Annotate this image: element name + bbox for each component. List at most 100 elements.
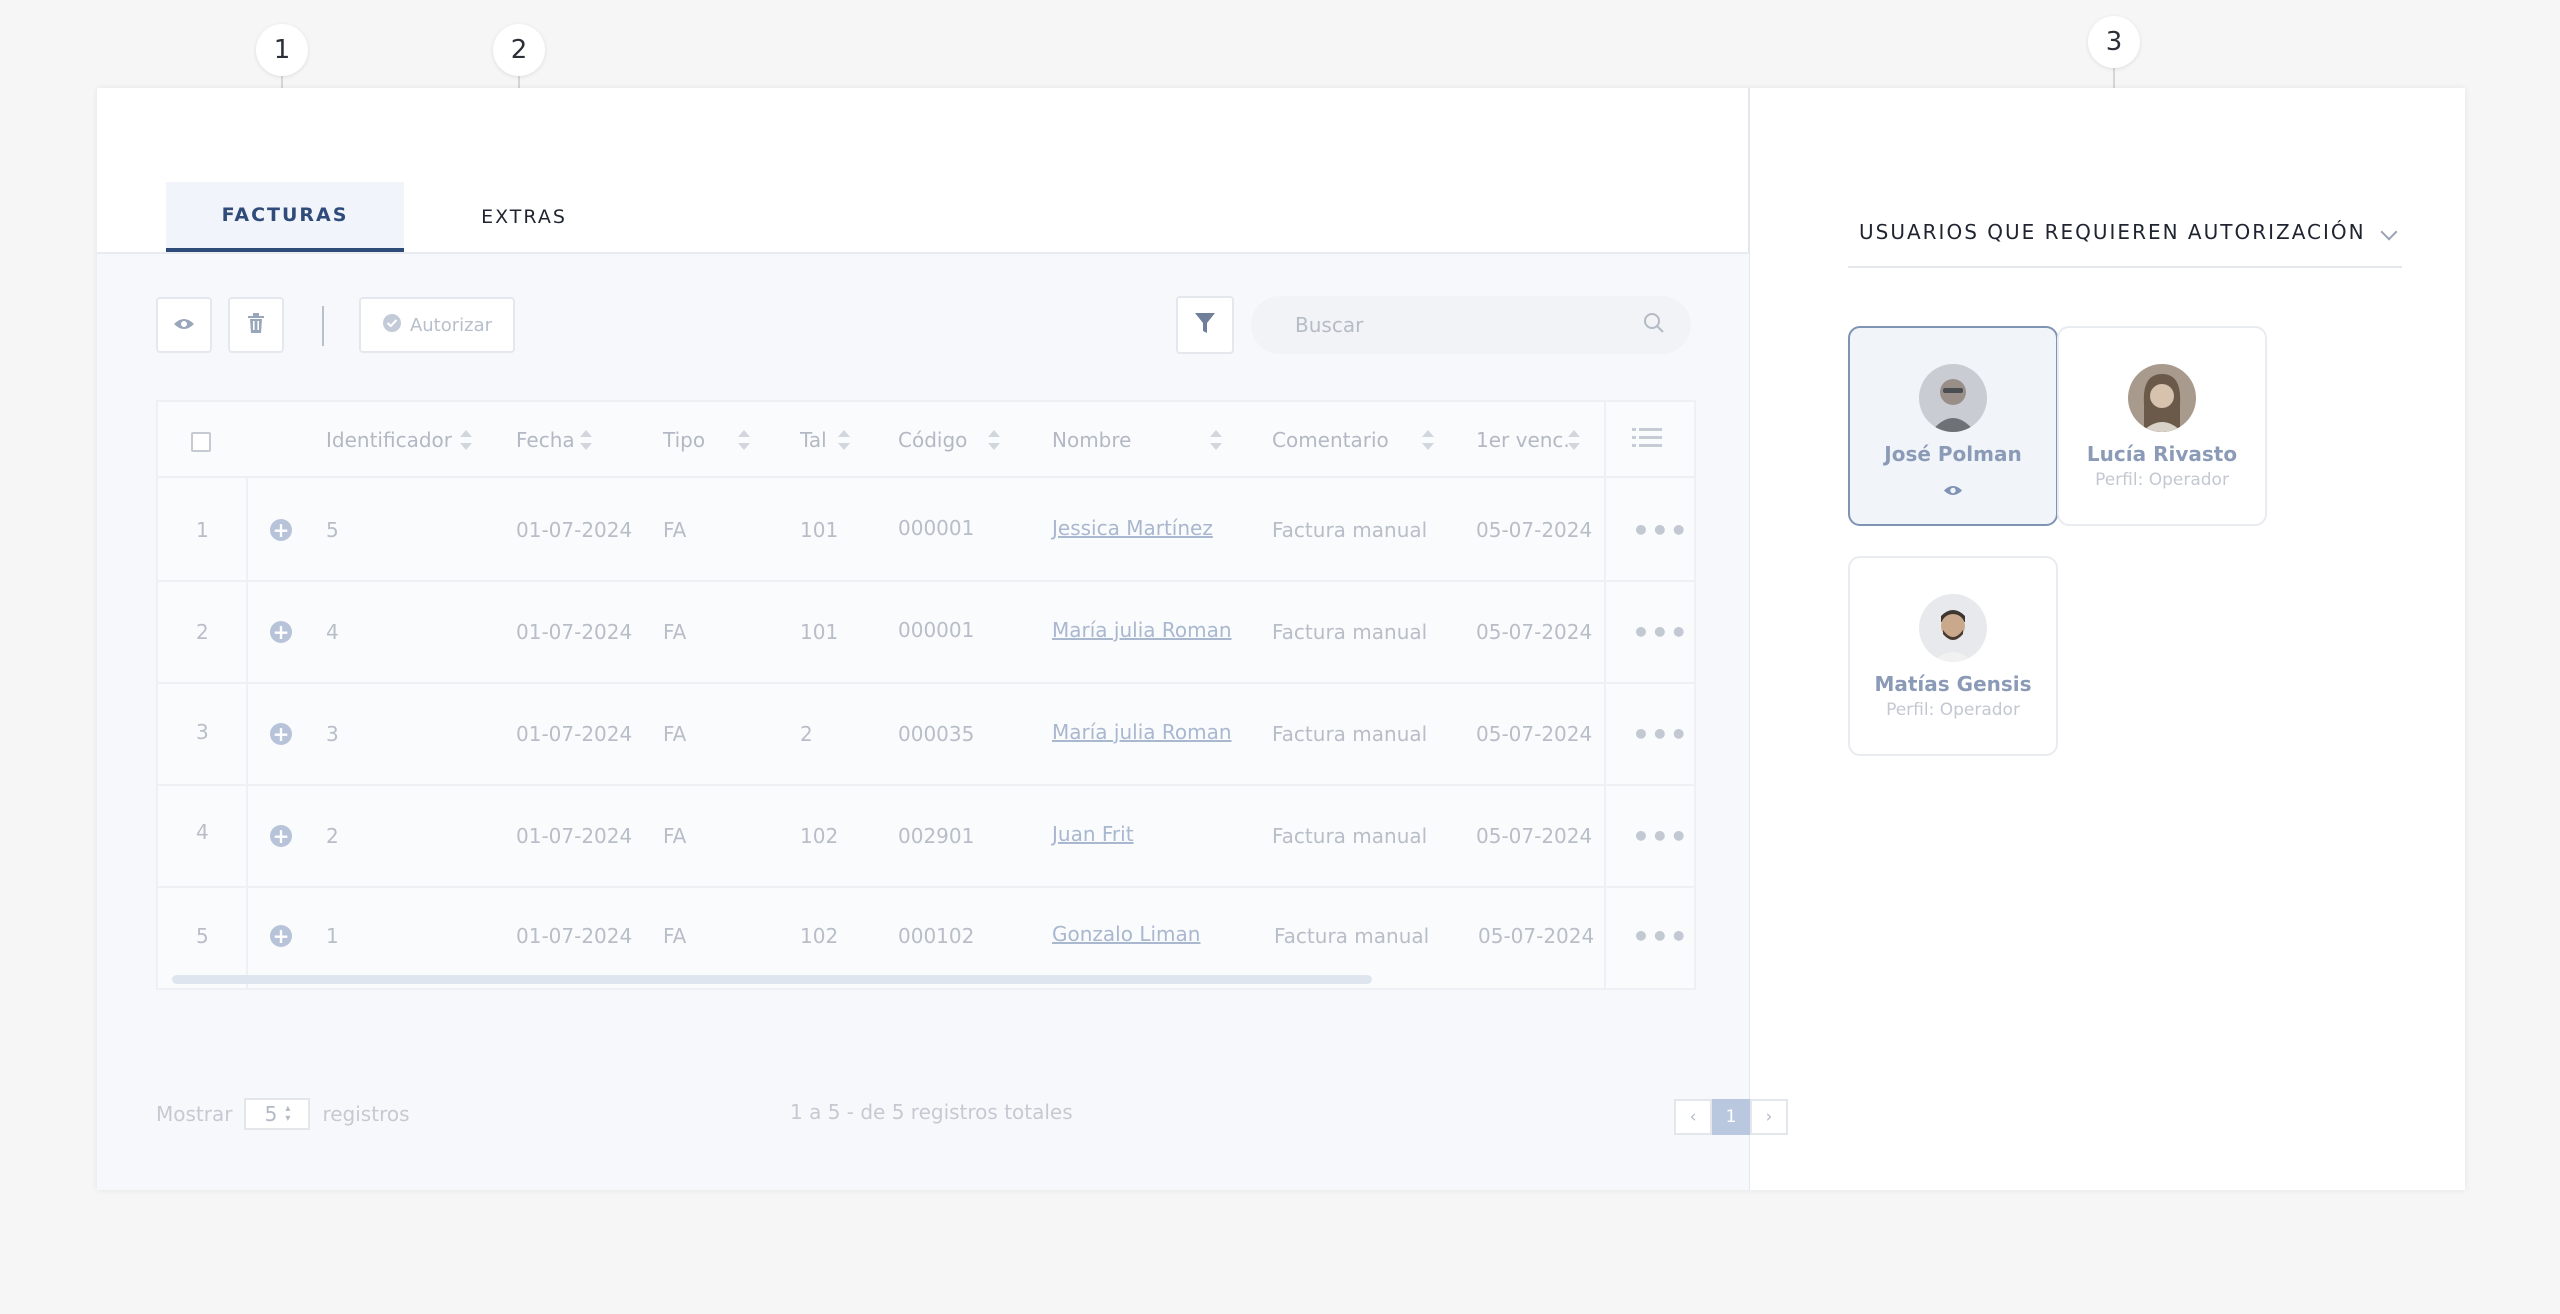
avatar <box>1919 594 1987 662</box>
records-label: registros <box>322 1102 410 1126</box>
cell-fecha: 01-07-2024 <box>516 518 633 542</box>
cell-identificador: 3 <box>326 722 339 746</box>
expand-button[interactable]: + <box>270 684 292 784</box>
horizontal-scrollbar[interactable] <box>172 975 1372 984</box>
sort-icon[interactable] <box>1568 428 1580 452</box>
prev-page-button[interactable]: ‹ <box>1674 1099 1712 1135</box>
callout-2: 2 <box>493 24 545 76</box>
select-all-checkbox[interactable] <box>191 432 211 452</box>
customer-link[interactable]: Jessica Martínez <box>1052 478 1213 578</box>
page-size-select[interactable]: 5 ▴ ▾ <box>244 1098 311 1130</box>
sort-icon[interactable] <box>838 428 850 452</box>
authorization-header[interactable]: USUARIOS QUE REQUIEREN AUTORIZACIÓN <box>1859 220 2399 244</box>
user-card[interactable]: Lucía Rivasto Perfil: Operador <box>2057 326 2267 526</box>
row-actions-button[interactable]: ••• <box>1632 684 1689 784</box>
cell-fecha: 01-07-2024 <box>516 620 633 644</box>
user-card[interactable]: José Polman <box>1848 326 2058 526</box>
invoices-panel: FACTURAS EXTRAS Autorizar Buscar Identif… <box>97 88 1788 1190</box>
plus-circle-icon: + <box>270 825 292 847</box>
tab-extras[interactable]: EXTRAS <box>404 182 644 252</box>
col-vencimiento[interactable]: 1er venc. <box>1476 402 1570 478</box>
col-identificador[interactable]: Identificador <box>326 402 452 478</box>
customer-link[interactable]: María julia Roman <box>1052 682 1232 782</box>
col-tal[interactable]: Tal <box>800 402 827 478</box>
table-row[interactable]: 5 + 1 01-07-2024 FA 102 000102 Gonzalo L… <box>158 888 1694 984</box>
user-name: José Polman <box>1884 442 2022 466</box>
eye-icon[interactable] <box>1943 482 1963 501</box>
cell-tal: 102 <box>800 924 839 948</box>
sort-icon[interactable] <box>1422 428 1434 452</box>
toolbar-separator <box>322 306 324 346</box>
sort-icon[interactable] <box>988 428 1000 452</box>
trash-icon <box>247 313 265 337</box>
delete-button[interactable] <box>228 297 284 353</box>
table-row[interactable]: 3 + 3 01-07-2024 FA 2 000035 María julia… <box>158 684 1694 786</box>
authorize-button[interactable]: Autorizar <box>359 297 515 353</box>
customer-link[interactable]: Juan Frit <box>1052 784 1134 884</box>
row-number: 5 <box>196 924 209 948</box>
search-input[interactable]: Buscar <box>1251 296 1691 354</box>
cell-codigo: 000001 <box>898 516 975 540</box>
cell-tipo: FA <box>663 620 687 644</box>
cell-vencimiento: 05-07-2024 <box>1478 924 1595 948</box>
cell-fecha: 01-07-2024 <box>516 824 633 848</box>
row-number: 2 <box>196 620 209 644</box>
plus-circle-icon: + <box>270 925 292 947</box>
user-name: Lucía Rivasto <box>2086 442 2238 466</box>
main-frame: FACTURAS EXTRAS Autorizar Buscar Identif… <box>97 88 2465 1190</box>
list-icon <box>1632 427 1662 454</box>
user-card[interactable]: Matías Gensis Perfil: Operador <box>1848 556 2058 756</box>
callout-3: 3 <box>2088 16 2140 68</box>
filter-button[interactable] <box>1176 296 1234 354</box>
tab-facturas[interactable]: FACTURAS <box>166 182 404 252</box>
table-header: Identificador Fecha Tipo Tal Código Nomb… <box>158 402 1694 478</box>
sort-icon[interactable] <box>1210 428 1222 452</box>
table-row[interactable]: 1 + 5 01-07-2024 FA 101 000001 Jessica M… <box>158 480 1694 582</box>
sort-icon[interactable] <box>580 428 592 452</box>
expand-button[interactable]: + <box>270 582 292 682</box>
expand-button[interactable]: + <box>270 480 292 580</box>
sort-icon[interactable] <box>460 428 472 452</box>
user-name: Matías Gensis <box>1874 672 2032 696</box>
col-fecha[interactable]: Fecha <box>516 402 575 478</box>
col-codigo[interactable]: Código <box>898 402 967 478</box>
row-actions-button[interactable]: ••• <box>1632 888 1689 984</box>
page-button-1[interactable]: 1 <box>1712 1099 1750 1135</box>
customer-link[interactable]: Gonzalo Liman <box>1052 886 1200 982</box>
cell-fecha: 01-07-2024 <box>516 722 633 746</box>
col-comentario[interactable]: Comentario <box>1272 402 1389 478</box>
row-number: 1 <box>196 518 209 542</box>
row-actions-button[interactable]: ••• <box>1632 480 1689 580</box>
callout-1: 1 <box>256 24 308 76</box>
cell-tipo: FA <box>663 518 687 542</box>
col-nombre[interactable]: Nombre <box>1052 402 1131 478</box>
header-divider <box>1848 266 2402 268</box>
cell-vencimiento: 05-07-2024 <box>1476 518 1593 542</box>
cell-tal: 2 <box>800 722 813 746</box>
col-tipo[interactable]: Tipo <box>663 402 705 478</box>
cell-fecha: 01-07-2024 <box>516 924 633 948</box>
row-actions-button[interactable]: ••• <box>1632 582 1689 682</box>
cell-identificador: 1 <box>326 924 339 948</box>
pagination: ‹ 1 › <box>1674 1099 1788 1135</box>
search-placeholder: Buscar <box>1295 313 1364 337</box>
cell-comentario: Factura manual <box>1274 924 1430 948</box>
expand-button[interactable]: + <box>270 786 292 886</box>
cell-tal: 101 <box>800 620 839 644</box>
cell-tal: 101 <box>800 518 839 542</box>
cell-comentario: Factura manual <box>1272 518 1428 542</box>
column-settings-button[interactable] <box>1632 402 1662 478</box>
table-row[interactable]: 2 + 4 01-07-2024 FA 101 000001 María jul… <box>158 582 1694 684</box>
view-button[interactable] <box>156 297 212 353</box>
cell-identificador: 2 <box>326 824 339 848</box>
cell-vencimiento: 05-07-2024 <box>1476 824 1593 848</box>
plus-circle-icon: + <box>270 519 292 541</box>
customer-link[interactable]: María julia Roman <box>1052 580 1232 680</box>
expand-button[interactable]: + <box>270 888 292 984</box>
cell-comentario: Factura manual <box>1272 824 1428 848</box>
table-row[interactable]: 4 + 2 01-07-2024 FA 102 002901 Juan Frit… <box>158 786 1694 888</box>
sort-icon[interactable] <box>738 428 750 452</box>
next-page-button[interactable]: › <box>1750 1099 1788 1135</box>
user-profile: Perfil: Operador <box>1886 700 2020 720</box>
row-actions-button[interactable]: ••• <box>1632 786 1689 886</box>
